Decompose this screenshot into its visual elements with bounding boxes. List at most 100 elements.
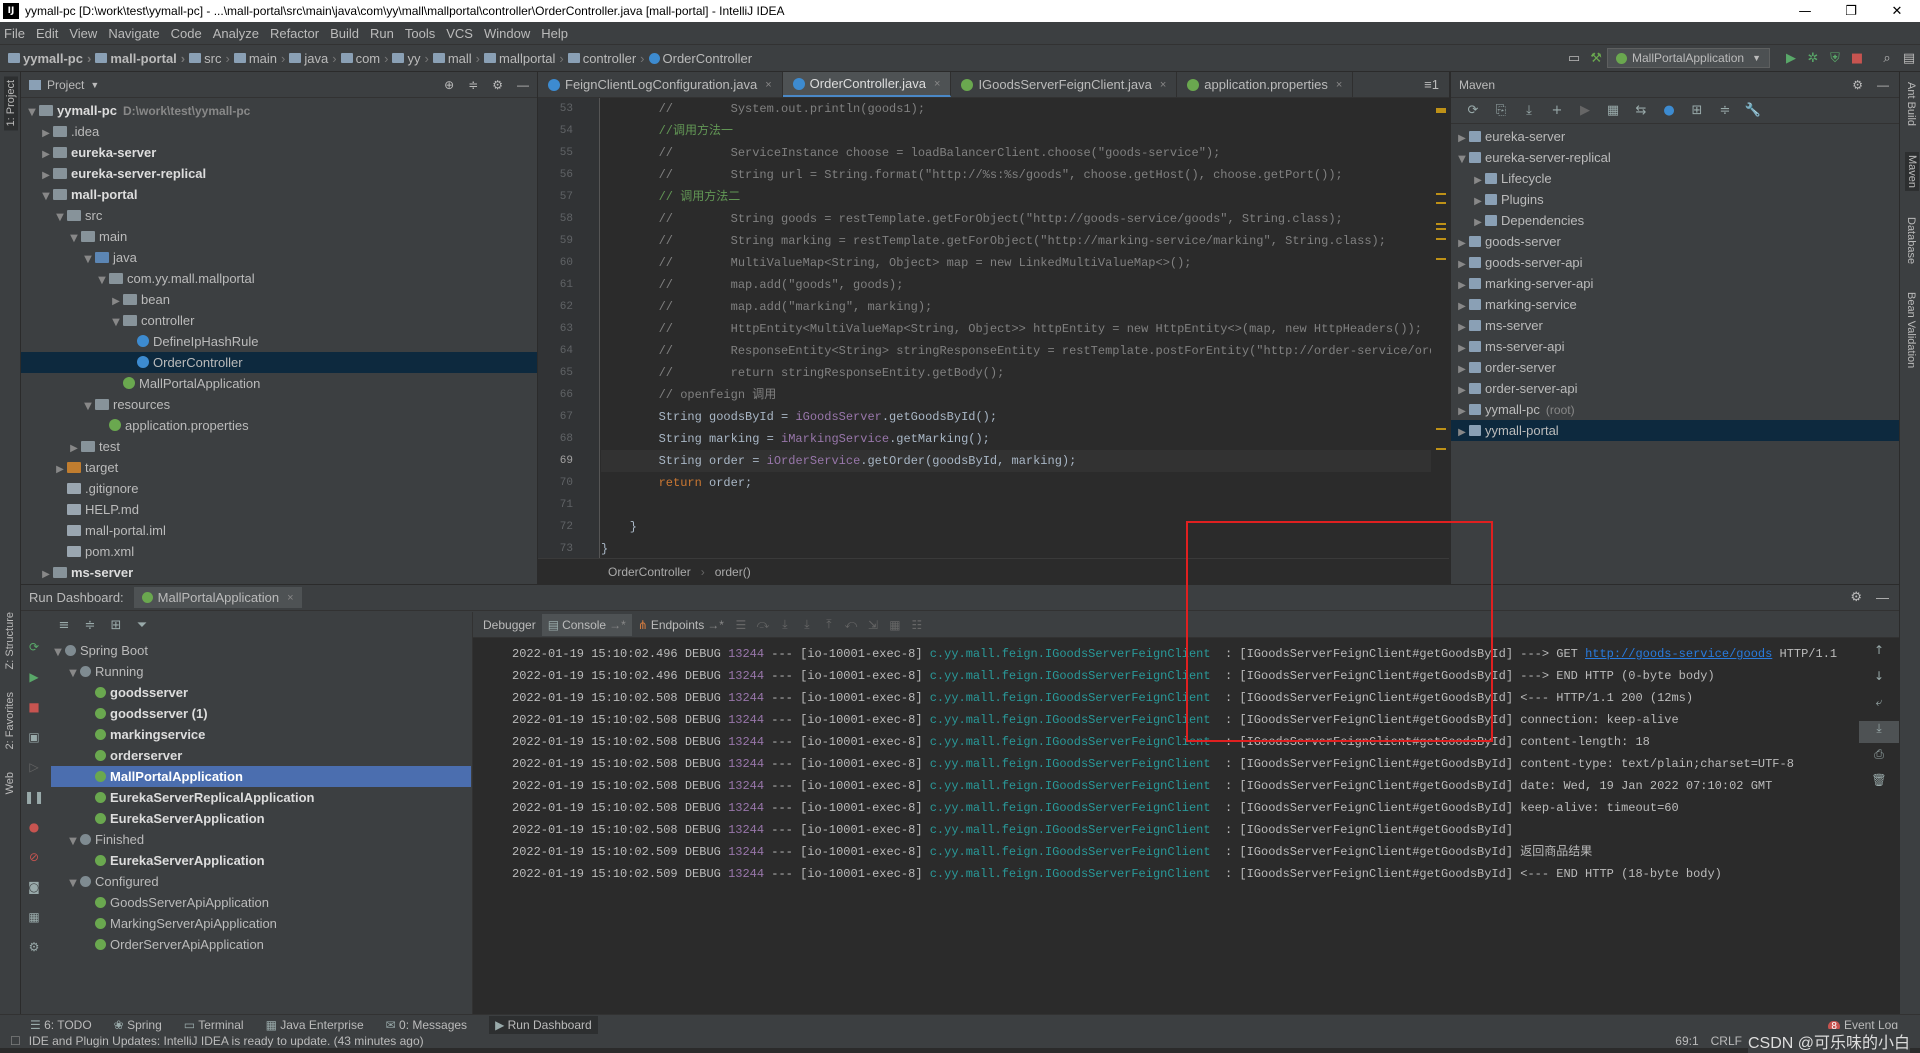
pause-icon[interactable]: ❚❚ xyxy=(21,790,47,820)
menu-item-edit[interactable]: Edit xyxy=(36,26,58,41)
close-icon[interactable]: × xyxy=(287,592,293,604)
maven-tree-item[interactable]: ▶ ms-server xyxy=(1451,315,1899,336)
stop-icon[interactable]: ■ xyxy=(1846,51,1868,66)
trace-icon[interactable]: ☷ xyxy=(906,618,928,632)
generate-sources-icon[interactable]: ⎘ xyxy=(1487,103,1515,118)
expand-arrow-icon[interactable]: ▼ xyxy=(109,312,123,333)
expand-arrow-icon[interactable]: ▶ xyxy=(53,459,67,480)
expand-arrow-icon[interactable]: ▼ xyxy=(53,207,67,228)
service-item[interactable]: goodsserver (1) xyxy=(51,703,471,724)
service-item[interactable]: ▼ Running xyxy=(51,661,471,682)
service-item[interactable]: OrderServerApiApplication xyxy=(51,934,471,955)
camera-icon[interactable]: ◙ xyxy=(21,880,47,910)
expand-arrow-icon[interactable]: ▶ xyxy=(1455,275,1469,296)
collapse-all-icon[interactable]: ≑ xyxy=(468,78,478,92)
tabs-overflow-icon[interactable]: ≡1 xyxy=(1414,72,1449,97)
collapse-icon[interactable]: ≑ xyxy=(1711,103,1739,118)
tab-endpoints[interactable]: ⋔ Endpoints →* xyxy=(632,614,730,636)
tree-item[interactable]: application.properties xyxy=(21,415,537,436)
coverage-icon[interactable]: ⛨ xyxy=(1824,51,1846,66)
expand-arrow-icon[interactable]: ▼ xyxy=(1455,149,1469,170)
service-item[interactable]: EurekaServerApplication xyxy=(51,850,471,871)
expand-arrow-icon[interactable]: ▶ xyxy=(1455,359,1469,380)
caret-position[interactable]: 69:1 xyxy=(1675,1034,1698,1048)
expand-arrow-icon[interactable]: ▶ xyxy=(1471,212,1485,233)
step-out-icon[interactable]: ⤒ xyxy=(818,617,840,632)
toggle-offline-icon[interactable]: ⇆ xyxy=(1627,103,1655,118)
settings-icon[interactable]: ⚙ xyxy=(21,940,47,970)
service-item[interactable]: EurekaServerReplicalApplication xyxy=(51,787,471,808)
tree-item[interactable]: ▶ .idea xyxy=(21,121,537,142)
maven-tree-item[interactable]: ▶ yymall-portal xyxy=(1451,420,1899,441)
tree-item[interactable]: DefineIpHashRule xyxy=(21,331,537,352)
tree-item[interactable]: HELP.md xyxy=(21,499,537,520)
service-item[interactable]: goodsserver xyxy=(51,682,471,703)
expand-arrow-icon[interactable]: ▼ xyxy=(81,396,95,417)
tree-item[interactable]: ▼ main xyxy=(21,226,537,247)
menu-item-view[interactable]: View xyxy=(69,26,97,41)
add-icon[interactable]: + xyxy=(1543,103,1571,118)
ant-build-tool-button[interactable]: Ant Build xyxy=(1905,82,1917,126)
tree-item[interactable]: OrderController xyxy=(21,352,537,373)
run-to-cursor-icon[interactable]: ⇲ xyxy=(862,618,884,632)
tree-item[interactable]: ▶ bean xyxy=(21,289,537,310)
clear-icon[interactable]: 🗑 xyxy=(1859,773,1899,795)
menu-item-window[interactable]: Window xyxy=(484,26,530,41)
maven-tool-button[interactable]: Maven xyxy=(1905,152,1919,192)
tree-item[interactable]: ▼ src xyxy=(21,205,537,226)
expand-arrow-icon[interactable]: ▼ xyxy=(95,270,109,291)
menu-item-analyze[interactable]: Analyze xyxy=(213,26,259,41)
menu-item-vcs[interactable]: VCS xyxy=(446,26,473,41)
maven-tree-item[interactable]: ▼ eureka-server-replical xyxy=(1451,147,1899,168)
run-config-select[interactable]: MallPortalApplication ▼ xyxy=(1607,48,1770,68)
expand-arrow-icon[interactable]: ▼ xyxy=(67,228,81,249)
gear-icon[interactable]: ⚙ xyxy=(492,78,503,92)
bottom-tab[interactable]: ▭ Terminal xyxy=(184,1018,244,1032)
debug-icon[interactable]: ✲ xyxy=(1802,51,1824,66)
maximize-button[interactable]: ❐ xyxy=(1828,4,1874,19)
breakpoints-icon[interactable]: ● xyxy=(21,820,47,850)
expand-arrow-icon[interactable]: ▶ xyxy=(1471,170,1485,191)
expand-arrow-icon[interactable]: ▼ xyxy=(25,102,39,123)
resume-icon[interactable]: ▷ xyxy=(21,760,47,790)
close-icon[interactable]: × xyxy=(1336,79,1342,91)
bottom-tab[interactable]: ▦ Java Enterprise xyxy=(266,1018,364,1032)
expand-arrow-icon[interactable]: ▼ xyxy=(66,873,80,894)
bottom-tab[interactable]: ✉ 0: Messages xyxy=(386,1018,467,1032)
tree-item[interactable]: ▼ com.yy.mall.mallportal xyxy=(21,268,537,289)
editor-tab[interactable]: IGoodsServerFeignClient.java × xyxy=(951,72,1178,97)
bottom-tab[interactable]: ☰ 6: TODO xyxy=(30,1018,92,1032)
soft-wrap-icon[interactable]: ⤶ xyxy=(1859,695,1899,717)
editor-scrollbar[interactable] xyxy=(1433,98,1449,558)
service-item[interactable]: MarkingServerApiApplication xyxy=(51,913,471,934)
run-icon[interactable]: ▶ xyxy=(1571,103,1599,118)
menu-item-code[interactable]: Code xyxy=(171,26,202,41)
expand-arrow-icon[interactable]: ▶ xyxy=(109,291,123,312)
tab-debugger[interactable]: Debugger xyxy=(477,614,542,636)
maven-tree-item[interactable]: ▶ Plugins xyxy=(1451,189,1899,210)
hide-icon[interactable]: — xyxy=(517,78,529,92)
expand-arrow-icon[interactable]: ▶ xyxy=(1455,254,1469,275)
expand-arrow-icon[interactable]: ▶ xyxy=(1455,233,1469,254)
editor-tab[interactable]: OrderController.java × xyxy=(782,72,952,97)
mute-breakpoints-icon[interactable]: ⊘ xyxy=(21,850,47,880)
evaluate-icon[interactable]: ▦ xyxy=(884,618,906,632)
menu-item-file[interactable]: File xyxy=(4,26,25,41)
maven-tree-item[interactable]: ▶ goods-server-api xyxy=(1451,252,1899,273)
tab-console[interactable]: ▤ Console →* xyxy=(541,613,632,636)
expand-arrow-icon[interactable]: ▶ xyxy=(39,165,53,186)
breadcrumb-method[interactable]: order() xyxy=(715,565,751,579)
expand-arrow-icon[interactable]: ▼ xyxy=(51,642,65,663)
line-separator[interactable]: CRLF xyxy=(1711,1034,1742,1048)
scroll-down-icon[interactable]: ↓ xyxy=(1859,669,1899,691)
expand-arrow-icon[interactable]: ▶ xyxy=(1455,380,1469,401)
collapse-all-icon[interactable]: ≑ xyxy=(77,618,103,633)
menu-item-tools[interactable]: Tools xyxy=(405,26,435,41)
print-icon[interactable]: ⎙ xyxy=(1859,747,1899,769)
rerun-icon[interactable]: ⟳ xyxy=(21,640,47,670)
tree-item[interactable]: ▶ eureka-server-replical xyxy=(21,163,537,184)
menu-item-refactor[interactable]: Refactor xyxy=(270,26,319,41)
chevron-down-icon[interactable]: ▼ xyxy=(90,80,99,90)
tree-item[interactable]: ▼ yymall-pc D:\work\test\yymall-pc xyxy=(21,100,537,121)
menu-item-build[interactable]: Build xyxy=(330,26,359,41)
